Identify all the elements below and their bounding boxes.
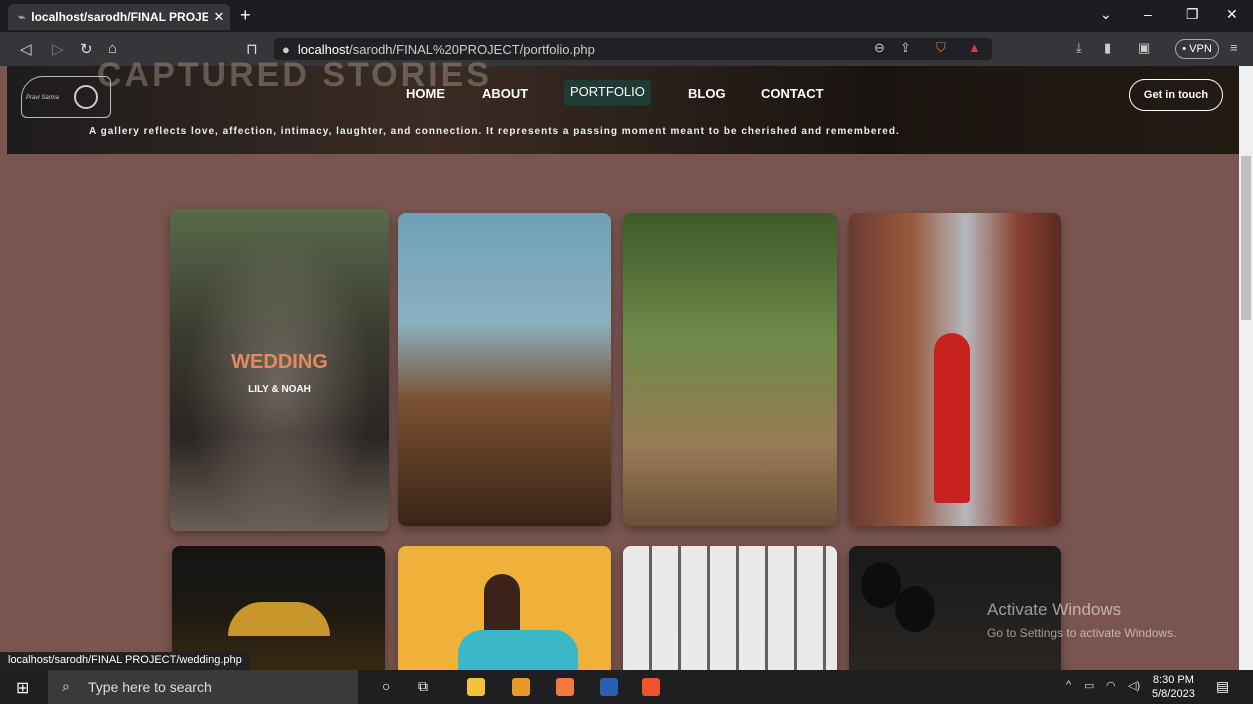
browser-tab[interactable]: ⌁ localhost/sarodh/FINAL PROJECT ✕ [8, 4, 230, 30]
card-subtitle: LILY & NOAH [248, 384, 311, 395]
downloads-icon[interactable]: ⤓ [1076, 40, 1082, 56]
minimize-icon[interactable]: – [1144, 6, 1152, 22]
browser-tab-bar: ⌁ localhost/sarodh/FINAL PROJECT ✕ + ⌄ –… [0, 0, 1253, 32]
scrollbar-thumb[interactable] [1241, 156, 1251, 320]
gallery-card-window[interactable] [623, 546, 837, 676]
cortana-icon[interactable]: ○ [382, 678, 390, 694]
restore-icon[interactable]: ❐ [1186, 6, 1199, 23]
zoom-icon[interactable]: ⊖ [874, 40, 885, 56]
umbrella-shape [228, 602, 330, 636]
get-in-touch-button[interactable]: Get in touch [1129, 79, 1223, 111]
nav-portfolio[interactable]: PORTFOLIO [564, 80, 651, 106]
search-icon: ⌕ [62, 678, 70, 694]
card-title: WEDDING [231, 351, 328, 373]
forward-icon[interactable]: ▷ [52, 40, 64, 58]
watermark-text: Go to Settings to activate Windows. [987, 626, 1177, 640]
new-tab-icon[interactable]: + [240, 5, 251, 26]
activation-watermark: Activate Windows Go to Settings to activ… [987, 600, 1176, 640]
share-icon[interactable]: ⇪ [900, 40, 911, 56]
xampp-icon[interactable] [556, 678, 574, 696]
clock-date: 5/8/2023 [1152, 688, 1195, 700]
windows-start-icon[interactable]: ⊞ [16, 678, 29, 698]
gallery-card-street[interactable] [849, 213, 1061, 526]
wifi-icon[interactable]: ◠ [1106, 679, 1116, 692]
red-dress-figure [934, 333, 970, 503]
site-info-icon[interactable]: ● [282, 42, 290, 57]
word-icon[interactable] [600, 678, 618, 696]
home-icon[interactable]: ⌂ [108, 40, 117, 57]
nav-home[interactable]: HOME [406, 86, 445, 101]
close-window-icon[interactable]: ✕ [1226, 6, 1238, 23]
balloon [895, 586, 935, 632]
gallery-tagline: A gallery reflects love, affection, inti… [89, 126, 900, 137]
menu-icon[interactable]: ≡ [1230, 40, 1238, 55]
tab-list-icon[interactable]: ⌄ [1100, 6, 1112, 23]
battery-icon[interactable]: ▭ [1084, 679, 1094, 692]
url-path: /sarodh/FINAL%20PROJECT/portfolio.php [349, 41, 595, 57]
nav-blog[interactable]: BLOG [688, 86, 726, 101]
nav-contact[interactable]: CONTACT [761, 86, 824, 101]
notification-icon[interactable]: ▤ [1216, 678, 1229, 695]
gallery-card-walk[interactable] [623, 213, 837, 526]
rewards-icon[interactable]: ▲ [968, 40, 981, 55]
portrait-figure [484, 574, 520, 634]
clock-time: 8:30 PM [1152, 674, 1194, 686]
sublime-icon[interactable] [512, 678, 530, 696]
close-tab-icon[interactable]: ✕ [208, 9, 230, 25]
tab-audio-icon: ⌁ [18, 10, 26, 24]
search-placeholder: Type here to search [88, 679, 212, 695]
page-scrollbar[interactable] [1239, 66, 1253, 670]
watermark-title: Activate Windows [987, 600, 1122, 619]
task-view-icon[interactable]: ⧉ [418, 678, 428, 695]
url-host: localhost [297, 41, 350, 57]
brave-icon[interactable] [642, 678, 660, 696]
nav-about[interactable]: ABOUT [482, 86, 528, 101]
camera-lens-icon [74, 85, 98, 109]
vpn-button[interactable]: • VPN [1175, 39, 1219, 59]
file-explorer-icon[interactable] [467, 678, 485, 696]
brave-shield-icon[interactable]: ⛉ [936, 40, 946, 56]
gallery-card-portrait[interactable] [398, 546, 611, 676]
windows-taskbar: ⊞ ⌕ Type here to search ○ ⧉ ^ ▭ ◠ ◁) 8:3… [0, 670, 1253, 704]
tab-title: localhost/sarodh/FINAL PROJECT [31, 10, 208, 24]
reload-icon[interactable]: ↻ [80, 40, 93, 58]
site-header: CAPTURED STORIES Pravi Sarma HOME ABOUT … [7, 56, 1239, 154]
gallery-card-party[interactable] [398, 213, 611, 526]
sidebar-icon[interactable]: ▮ [1104, 40, 1111, 56]
back-icon[interactable]: ◁ [20, 40, 32, 58]
wallet-icon[interactable]: ▣ [1138, 40, 1150, 56]
volume-icon[interactable]: ◁) [1128, 679, 1140, 692]
tray-chevron-icon[interactable]: ^ [1066, 679, 1071, 691]
link-status-bar: localhost/sarodh/FINAL PROJECT/wedding.p… [0, 652, 250, 670]
site-logo[interactable]: Pravi Sarma [21, 76, 111, 118]
gallery-card-wedding[interactable]: WEDDING LILY & NOAH [170, 209, 389, 531]
taskbar-search[interactable]: ⌕ Type here to search [48, 670, 358, 704]
window-grid [623, 546, 837, 676]
logo-text: Pravi Sarma [26, 95, 60, 101]
system-clock[interactable]: 8:30 PM 5/8/2023 [1152, 673, 1195, 701]
